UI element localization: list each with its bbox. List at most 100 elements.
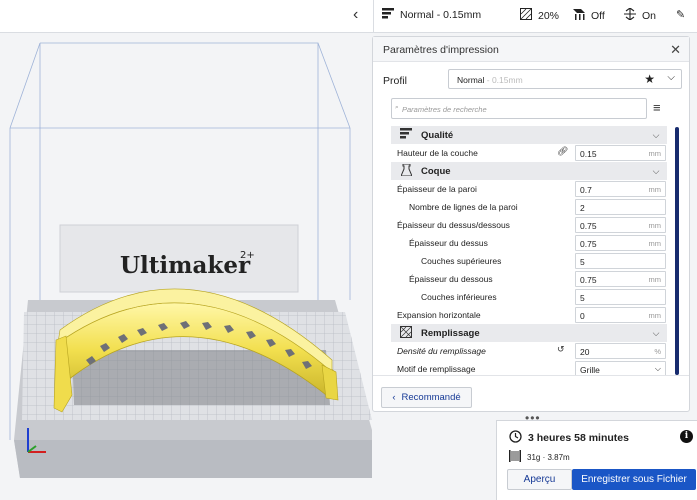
settings-scrollbar[interactable]: [675, 127, 679, 375]
close-icon[interactable]: ✕: [670, 42, 681, 58]
setting-value: 2: [580, 203, 585, 213]
setting-top-thickness: Épaisseur du dessus 0.75 mm: [391, 234, 667, 252]
setting-label: Nombre de lignes de la paroi: [409, 202, 518, 212]
setting-wall-line-count: Nombre de lignes de la paroi 2: [391, 198, 667, 216]
profile-label: Profil: [383, 75, 407, 87]
profile-sub-text: - 0.15mm: [484, 75, 523, 85]
recommended-label: Recommandé: [401, 392, 461, 403]
star-icon[interactable]: ★: [644, 72, 655, 86]
infill-value: 20%: [538, 9, 560, 22]
preview-button[interactable]: Aperçu: [507, 469, 572, 490]
setting-layer-height: Hauteur de la couche 🔗︎ 0.15 mm: [391, 144, 667, 162]
chevron-down-icon: ⌵: [652, 165, 660, 176]
setting-value: 0.15: [580, 149, 597, 159]
setting-top-layers: Couches supérieures 5: [391, 252, 667, 270]
search-placeholder: Paramètres de recherche: [402, 105, 487, 114]
setting-value: Grille: [580, 365, 600, 375]
quality-icon: [382, 8, 394, 22]
setting-label: Densité du remplissage: [397, 346, 486, 356]
bottom-thickness-input[interactable]: 0.75 mm: [575, 271, 666, 287]
recommended-button[interactable]: ‹ Recommandé: [381, 387, 472, 408]
infill-icon: [520, 8, 532, 23]
brand-logo: Ultimaker: [120, 252, 251, 279]
setting-label: Motif de remplissage: [397, 364, 476, 374]
chevron-left-icon: ‹: [392, 392, 396, 403]
search-icon: ⌕: [395, 104, 399, 111]
quality-value: Normal - 0.15mm: [400, 9, 482, 21]
adhesion-indicator[interactable]: On: [624, 7, 657, 23]
category-quality[interactable]: Qualité ⌵: [391, 126, 667, 144]
save-to-file-button[interactable]: Enregistrer sous Fichier: [572, 469, 696, 490]
panel-title: Paramètres d'impression: [383, 44, 499, 56]
profile-dropdown[interactable]: Normal - 0.15mm ★ ⌵: [448, 69, 682, 89]
setting-infill-pattern: Motif de remplissage Grille ⌵: [391, 360, 667, 376]
category-infill[interactable]: Remplissage ⌵: [391, 324, 667, 342]
material-value: 31g · 3.87m: [527, 452, 570, 462]
setting-value: 0.75: [580, 221, 597, 231]
wall-line-count-input[interactable]: 2: [575, 199, 666, 215]
top-toolbar: ‹ Normal - 0.15mm 20% Off On ✎: [0, 0, 697, 33]
adhesion-value: On: [642, 9, 657, 22]
setting-unit: %: [654, 347, 661, 356]
top-bottom-thickness-input[interactable]: 0.75 mm: [575, 217, 666, 233]
clock-icon: [509, 430, 522, 446]
top-layers-input[interactable]: 5: [575, 253, 666, 269]
setting-value: 0.7: [580, 185, 592, 195]
link-icon[interactable]: 🔗︎: [557, 146, 568, 157]
setting-unit: mm: [648, 221, 662, 230]
profile-name-text: Normal: [457, 75, 485, 85]
layer-height-input[interactable]: 0.15 mm: [575, 145, 666, 161]
quality-selector[interactable]: Normal - 0.15mm: [382, 8, 481, 22]
setting-label: Épaisseur de la paroi: [397, 184, 477, 194]
divider: [373, 375, 689, 376]
setting-unit: mm: [648, 239, 662, 248]
panel-header: Paramètres d'impression ✕: [373, 37, 689, 62]
spool-icon: [509, 450, 521, 464]
infill-pattern-select[interactable]: Grille ⌵: [575, 361, 666, 376]
menu-icon[interactable]: ≡: [653, 100, 661, 115]
quality-icon: [391, 128, 421, 142]
infill-density-input[interactable]: 20 %: [575, 343, 666, 359]
job-specs-panel: 3 heures 58 minutes i 31g · 3.87m Aperçu…: [496, 420, 697, 500]
setting-value: 0: [580, 311, 585, 321]
setting-unit: mm: [648, 149, 662, 158]
setting-unit: mm: [648, 185, 662, 194]
support-indicator[interactable]: Off: [573, 8, 605, 23]
reset-icon[interactable]: ↺: [557, 344, 565, 355]
chevron-left-icon[interactable]: ‹: [353, 6, 358, 24]
setting-value: 0.75: [580, 239, 597, 249]
profile-name: Normal - 0.15mm: [457, 75, 523, 85]
setting-label: Couches inférieures: [421, 292, 497, 302]
print-settings-panel: Paramètres d'impression ✕ Profil Normal …: [372, 36, 690, 412]
print-time: 3 heures 58 minutes: [509, 430, 629, 446]
setting-horizontal-expansion: Expansion horizontale 0 mm: [391, 306, 667, 324]
settings-search-input[interactable]: ⌕ Paramètres de recherche: [391, 98, 647, 119]
horizontal-expansion-input[interactable]: 0 mm: [575, 307, 666, 323]
info-icon[interactable]: i: [680, 430, 693, 443]
category-shell[interactable]: Coque ⌵: [391, 162, 667, 180]
setting-wall-thickness: Épaisseur de la paroi 0.7 mm: [391, 180, 667, 198]
build-volume-scene[interactable]: Ultimaker 2+: [0, 0, 372, 500]
infill-icon: [391, 325, 421, 341]
wall-thickness-input[interactable]: 0.7 mm: [575, 181, 666, 197]
setting-value: 5: [580, 293, 585, 303]
top-thickness-input[interactable]: 0.75 mm: [575, 235, 666, 251]
brand-superscript: 2+: [240, 250, 255, 261]
infill-indicator[interactable]: 20%: [520, 8, 559, 23]
chevron-down-icon: ⌵: [652, 327, 660, 338]
setting-top-bottom-thickness: Épaisseur du dessus/dessous 0.75 mm: [391, 216, 667, 234]
bottom-layers-input[interactable]: 5: [575, 289, 666, 305]
category-label: Qualité: [421, 129, 454, 141]
setting-label: Épaisseur du dessous: [409, 274, 493, 284]
category-label: Remplissage: [421, 327, 480, 339]
chevron-down-icon: ⌵: [667, 72, 675, 83]
edit-icon[interactable]: ✎: [676, 8, 685, 21]
setting-unit: mm: [648, 275, 662, 284]
divider: [373, 0, 374, 33]
setting-bottom-layers: Couches inférieures 5: [391, 288, 667, 306]
chevron-down-icon: ⌵: [652, 129, 660, 140]
setting-label: Couches supérieures: [421, 256, 502, 266]
setting-label: Épaisseur du dessus/dessous: [397, 220, 510, 230]
setting-infill-density: Densité du remplissage ↺ 20 %: [391, 342, 667, 360]
chevron-down-icon: ⌵: [654, 364, 661, 373]
